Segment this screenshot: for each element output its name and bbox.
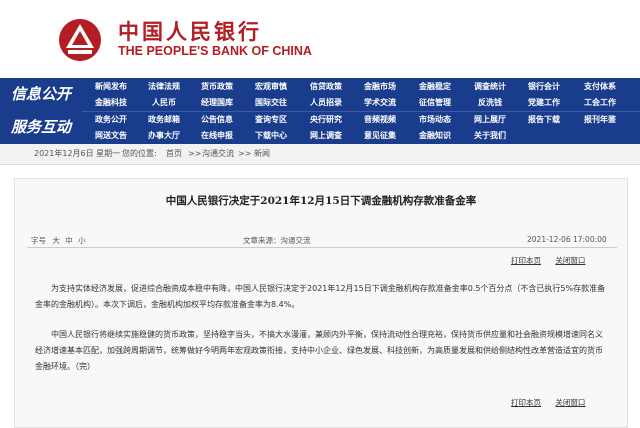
nav-item[interactable]: 金融知识 [410, 128, 460, 144]
nav-item[interactable]: 人民币 [139, 95, 189, 111]
nav-label-info: 信息公开 [10, 85, 71, 103]
breadcrumb-current: 新闻 [254, 149, 270, 158]
article-panel: 中国人民银行决定于2021年12月15日下调金融机构存款准备金率 字号 大 中 … [14, 178, 628, 428]
breadcrumb: 2021年12月6日 星期一 您的位置: 首页 >> 沟通交流 >> 新闻 [0, 144, 640, 165]
nav-item[interactable]: 反洗钱 [465, 95, 515, 111]
nav-item[interactable]: 政务公开 [86, 112, 136, 128]
nav-item[interactable]: 国际交往 [246, 95, 296, 111]
nav-item[interactable]: 市场动态 [410, 112, 460, 128]
nav-item[interactable]: 征信管理 [410, 95, 460, 111]
nav-item[interactable]: 货币政策 [192, 79, 242, 95]
bottom-tools: 打印本页 关闭窗口 [499, 397, 585, 408]
nav-item[interactable]: 政务邮箱 [139, 112, 189, 128]
article-source: 文章来源：沟通交流 [243, 236, 311, 245]
nav-item[interactable]: 调查统计 [465, 79, 515, 95]
print-button[interactable]: 打印本页 [511, 256, 541, 265]
nav-item[interactable]: 金融市场 [355, 79, 405, 95]
nav-item[interactable]: 查询专区 [246, 112, 296, 128]
breadcrumb-home[interactable]: 首页 [166, 144, 182, 164]
nav-item[interactable]: 网上展厅 [465, 112, 515, 128]
close-window-button-bottom[interactable]: 关闭窗口 [555, 398, 585, 407]
nav-row-4: 网送文告 办事大厅 在线申报 下载中心 网上调查 意见征集 金融知识 关于我们 [82, 128, 640, 144]
font-large-button[interactable]: 大 [52, 236, 60, 245]
breadcrumb-sep-1: >> [188, 149, 202, 158]
article-title: 中国人民银行决定于2021年12月15日下调金融机构存款准备金率 [165, 195, 477, 207]
top-tools: 打印本页 关闭窗口 [499, 255, 585, 266]
nav-item[interactable]: 银行会计 [519, 79, 569, 95]
nav-item[interactable]: 网送文告 [86, 128, 136, 144]
bank-name-cn: 中国人民银行 [118, 19, 262, 44]
site-header: 中国人民银行 THE PEOPLE'S BANK OF CHINA [0, 0, 640, 78]
nav-item[interactable]: 音频视频 [355, 112, 405, 128]
pboc-emblem-icon [59, 19, 101, 61]
location-label: 您的位置: [122, 149, 157, 158]
nav-item[interactable]: 经理国库 [192, 95, 242, 111]
nav-item[interactable]: 党建工作 [519, 95, 569, 111]
bank-name-en: THE PEOPLE'S BANK OF CHINA [118, 44, 312, 58]
divider-top [27, 247, 617, 248]
article-paragraph-1: 为支持实体经济发展，促进综合融资成本稳中有降，中国人民银行决定于2021年12月… [35, 284, 606, 309]
nav-item[interactable]: 宏观审慎 [246, 79, 296, 95]
nav-item[interactable]: 工会工作 [575, 95, 625, 111]
nav-item[interactable]: 报刊年鉴 [575, 112, 625, 128]
nav-item[interactable]: 支付体系 [575, 79, 625, 95]
font-size-label: 字号 [31, 236, 46, 245]
font-small-button[interactable]: 小 [78, 236, 86, 245]
nav-item[interactable]: 在线申报 [192, 128, 242, 144]
nav-item[interactable]: 报告下载 [519, 112, 569, 128]
print-button-bottom[interactable]: 打印本页 [511, 398, 541, 407]
breadcrumb-section[interactable]: 沟通交流 [202, 144, 234, 164]
font-medium-button[interactable]: 中 [65, 236, 73, 245]
nav-item[interactable]: 金融科技 [86, 95, 136, 111]
nav-item[interactable]: 人员招录 [301, 95, 351, 111]
nav-row-2: 金融科技 人民币 经理国库 国际交往 人员招录 学术交流 征信管理 反洗钱 党建工作 工会工作 [82, 95, 640, 111]
nav-item[interactable]: 金融稳定 [410, 79, 460, 95]
article-paragraph-2: 中国人民银行将继续实施稳健的货币政策，坚持稳字当头，不搞大水漫灌，兼顾内外平衡，… [35, 330, 603, 371]
close-window-button[interactable]: 关闭窗口 [555, 256, 585, 265]
nav-row-1: 新闻发布 法律法规 货币政策 宏观审慎 信贷政策 金融市场 金融稳定 调查统计 银行会计 支付体系 [82, 79, 640, 95]
nav-item[interactable]: 法律法规 [139, 79, 189, 95]
main-navigation: 信息公开 服务互动 新闻发布 法律法规 货币政策 宏观审慎 信贷政策 金融市场 金融稳定 调查… [0, 78, 640, 144]
font-size-controls: 字号 大 中 小 [31, 235, 86, 246]
nav-item[interactable]: 公告信息 [192, 112, 242, 128]
nav-item[interactable]: 信贷政策 [301, 79, 351, 95]
nav-item[interactable]: 央行研究 [301, 112, 351, 128]
nav-item[interactable]: 学术交流 [355, 95, 405, 111]
article-datetime: 2021-12-06 17:00:00 [527, 235, 607, 244]
nav-item[interactable]: 网上调查 [301, 128, 351, 144]
nav-label-service: 服务互动 [10, 118, 71, 136]
nav-item[interactable]: 新闻发布 [86, 79, 136, 95]
current-date: 2021年12月6日 星期一 [34, 149, 121, 158]
nav-row-3: 政务公开 政务邮箱 公告信息 查询专区 央行研究 音频视频 市场动态 网上展厅 报告下载 报刊年鉴 [82, 112, 640, 128]
nav-item[interactable]: 意见征集 [355, 128, 405, 144]
nav-item[interactable]: 办事大厅 [139, 128, 189, 144]
nav-item[interactable]: 下载中心 [246, 128, 296, 144]
nav-item[interactable]: 关于我们 [465, 128, 515, 144]
breadcrumb-sep-2: >> [238, 149, 252, 158]
